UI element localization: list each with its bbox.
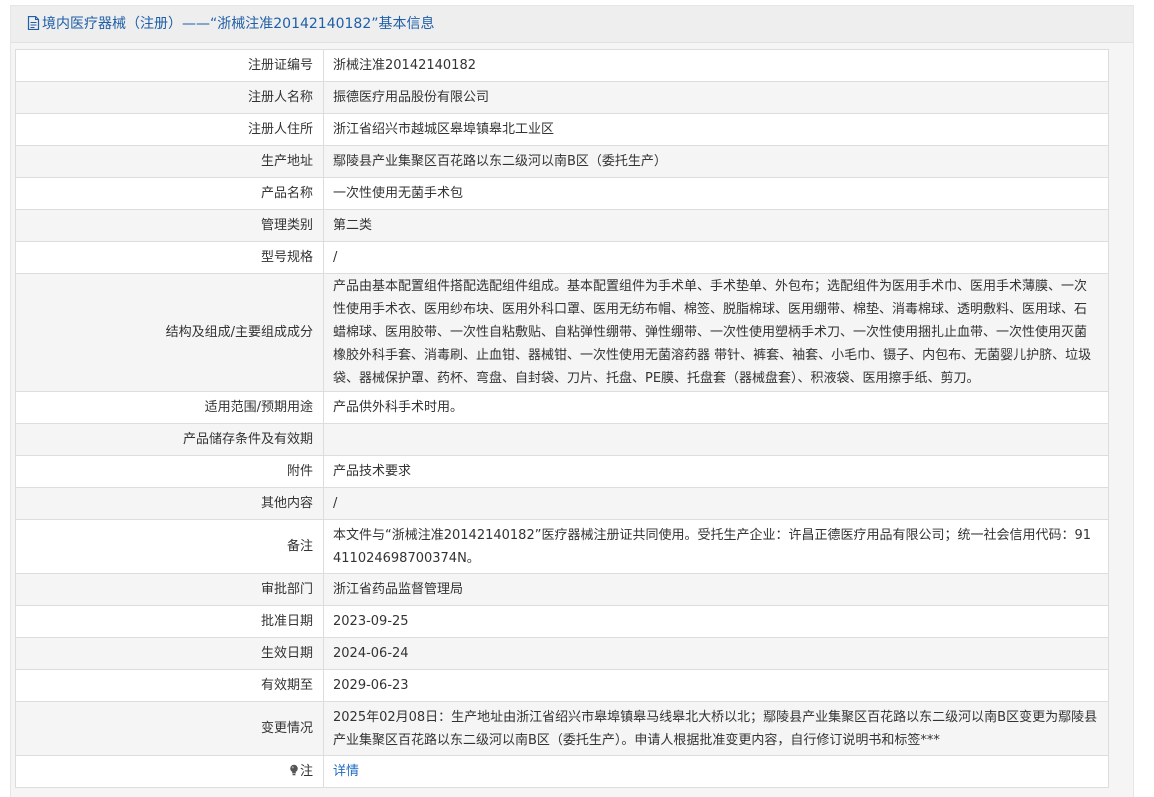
table-row: 适用范围/预期用途 产品供外科手术时用。 xyxy=(15,391,1109,424)
table-row: 生效日期 2024-06-24 xyxy=(15,637,1109,670)
table-row: 型号规格 / xyxy=(15,241,1109,274)
table-row: 批准日期 2023-09-25 xyxy=(15,605,1109,638)
table-row: 注册人名称 振德医疗用品股份有限公司 xyxy=(15,81,1109,114)
table-row: 生产地址 鄢陵县产业集聚区百花路以东二级河以南B区（委托生产） xyxy=(15,145,1109,178)
row-label: 产品名称 xyxy=(15,177,324,210)
table-row: 注册人住所 浙江省绍兴市越城区皋埠镇皋北工业区 xyxy=(15,113,1109,146)
row-label: 生产地址 xyxy=(15,145,324,178)
row-value: 产品由基本配置组件搭配选配组件组成。基本配置组件为手术单、手术垫单、外包布；选配… xyxy=(323,273,1109,392)
row-label: 型号规格 xyxy=(15,241,324,274)
row-value xyxy=(323,423,1109,456)
table-row: 管理类别 第二类 xyxy=(15,209,1109,242)
table-row: 注册证编号 浙械注准20142140182 xyxy=(15,49,1109,82)
row-value: 浙械注准20142140182 xyxy=(323,49,1109,82)
page-title: 境内医疗器械（注册）——“浙械注准20142140182”基本信息 xyxy=(42,16,435,32)
row-label: 变更情况 xyxy=(15,701,324,756)
row-value: 一次性使用无菌手术包 xyxy=(323,177,1109,210)
details-link[interactable]: 详情 xyxy=(333,764,359,779)
row-value: 2025年02月08日：生产地址由浙江省绍兴市皋埠镇皋马线皋北大桥以北；鄢陵县产… xyxy=(323,701,1109,756)
row-value: 产品技术要求 xyxy=(323,455,1109,488)
note-value: 详情 xyxy=(323,755,1109,788)
row-value: / xyxy=(323,241,1109,274)
table-row: 变更情况 2025年02月08日：生产地址由浙江省绍兴市皋埠镇皋马线皋北大桥以北… xyxy=(15,701,1109,756)
row-label: 附件 xyxy=(15,455,324,488)
row-value: 2023-09-25 xyxy=(323,605,1109,638)
note-label-text: 注 xyxy=(299,763,313,779)
panel-header: 境内医疗器械（注册）——“浙械注准20142140182”基本信息 xyxy=(11,6,1133,43)
table-row: 有效期至 2029-06-23 xyxy=(15,669,1109,702)
table-row: 附件 产品技术要求 xyxy=(15,455,1109,488)
row-value: 产品供外科手术时用。 xyxy=(323,391,1109,424)
row-value: 浙江省绍兴市越城区皋埠镇皋北工业区 xyxy=(323,113,1109,146)
row-label: 管理类别 xyxy=(15,209,324,242)
document-icon xyxy=(27,8,40,42)
detail-table-wrap: 注册证编号 浙械注准20142140182 注册人名称 振德医疗用品股份有限公司… xyxy=(15,49,1109,788)
row-label: 审批部门 xyxy=(15,573,324,606)
table-row: 结构及组成/主要组成成分 产品由基本配置组件搭配选配组件组成。基本配置组件为手术… xyxy=(15,273,1109,392)
table-row: 注 详情 xyxy=(15,755,1109,788)
row-value: 第二类 xyxy=(323,209,1109,242)
row-value: 鄢陵县产业集聚区百花路以东二级河以南B区（委托生产） xyxy=(323,145,1109,178)
row-value: 2024-06-24 xyxy=(323,637,1109,670)
table-row: 其他内容 / xyxy=(15,487,1109,520)
row-label: 注册人名称 xyxy=(15,81,324,114)
row-value: 浙江省药品监督管理局 xyxy=(323,573,1109,606)
row-value: 2029-06-23 xyxy=(323,669,1109,702)
row-label: 注册人住所 xyxy=(15,113,324,146)
row-label: 适用范围/预期用途 xyxy=(15,391,324,424)
row-label: 生效日期 xyxy=(15,637,324,670)
row-label: 其他内容 xyxy=(15,487,324,520)
lightbulb-icon xyxy=(289,761,299,784)
table-row: 产品储存条件及有效期 xyxy=(15,423,1109,456)
row-label: 备注 xyxy=(15,519,324,574)
detail-table: 注册证编号 浙械注准20142140182 注册人名称 振德医疗用品股份有限公司… xyxy=(15,49,1109,788)
row-value: 本文件与“浙械注准20142140182”医疗器械注册证共同使用。受托生产企业：… xyxy=(323,519,1109,574)
row-label: 产品储存条件及有效期 xyxy=(15,423,324,456)
row-value: / xyxy=(323,487,1109,520)
row-label: 结构及组成/主要组成成分 xyxy=(15,273,324,392)
row-label: 有效期至 xyxy=(15,669,324,702)
row-label: 注册证编号 xyxy=(15,49,324,82)
table-row: 审批部门 浙江省药品监督管理局 xyxy=(15,573,1109,606)
row-label: 批准日期 xyxy=(15,605,324,638)
row-value: 振德医疗用品股份有限公司 xyxy=(323,81,1109,114)
table-row: 备注 本文件与“浙械注准20142140182”医疗器械注册证共同使用。受托生产… xyxy=(15,519,1109,574)
note-label: 注 xyxy=(15,755,324,788)
table-row: 产品名称 一次性使用无菌手术包 xyxy=(15,177,1109,210)
